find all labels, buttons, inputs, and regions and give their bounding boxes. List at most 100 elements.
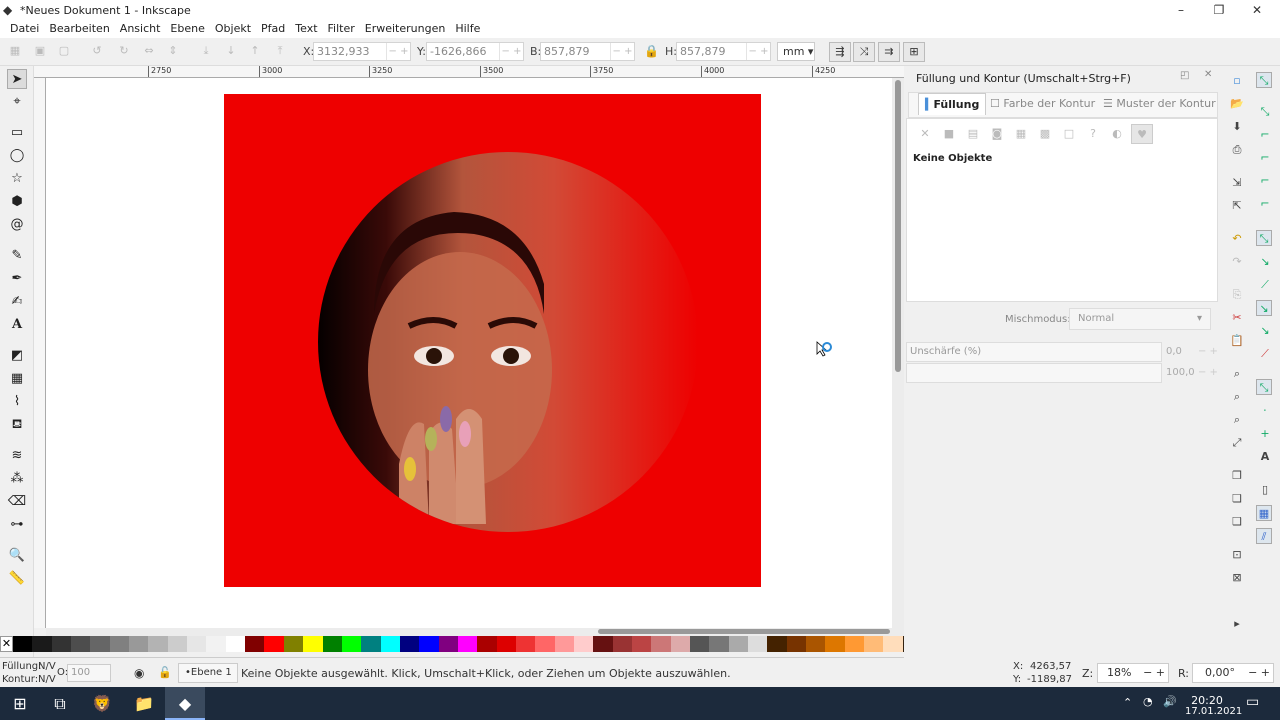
snap-page-border-icon[interactable]: ▯ <box>1257 482 1273 498</box>
fill-rule-evenodd-icon[interactable]: ◐ <box>1109 126 1125 142</box>
layer-dropdown[interactable]: •Ebene 1 ▾ <box>178 663 238 696</box>
close-button[interactable]: ✕ <box>1238 0 1276 20</box>
menu-pfad[interactable]: Pfad <box>256 20 290 38</box>
connector-tool-icon[interactable]: ⊶ <box>7 515 27 535</box>
lower-icon[interactable]: ↓ <box>224 44 238 58</box>
width-stepper[interactable]: − + <box>610 43 634 60</box>
width-input[interactable]: 857,879 − + <box>540 42 635 61</box>
file-explorer-icon[interactable]: 📁 <box>124 687 164 720</box>
snap-bbox-edge-icon[interactable]: ⌐ <box>1257 127 1273 143</box>
palette-swatch[interactable] <box>709 636 729 652</box>
palette-swatch[interactable] <box>380 636 400 652</box>
ruler-top[interactable]: 2750 3000 3250 3500 3750 4000 4250 <box>34 66 904 78</box>
palette-swatch[interactable] <box>573 636 594 652</box>
rotation-stepper[interactable]: − + <box>1248 664 1270 682</box>
inkscape-taskbar-icon[interactable]: ◆ <box>165 687 205 720</box>
palette-swatch[interactable] <box>748 636 768 652</box>
rotation-input[interactable]: 0,00° − + <box>1192 663 1274 683</box>
print-icon[interactable]: ⎙ <box>1229 142 1245 158</box>
ruler-left[interactable] <box>34 78 46 628</box>
snap-center-icon[interactable]: ⋅ <box>1257 403 1273 419</box>
vertical-scroll-thumb[interactable] <box>895 80 901 372</box>
palette-swatch[interactable] <box>361 636 381 652</box>
measure-tool-icon[interactable]: 📏 <box>7 569 27 589</box>
palette-swatch[interactable] <box>690 636 710 652</box>
fill-rule-nonzero-icon[interactable]: ♥ <box>1131 124 1153 144</box>
more-commands-icon[interactable]: ▸ <box>1229 616 1245 632</box>
palette-swatch[interactable] <box>457 636 478 652</box>
export-icon[interactable]: ⇱ <box>1229 198 1245 214</box>
blur-stepper[interactable]: − + <box>1198 346 1218 357</box>
lock-icon[interactable]: 🔒 <box>644 44 659 58</box>
eraser-tool-icon[interactable]: ⌫ <box>7 492 27 512</box>
menu-text[interactable]: Text <box>290 20 322 38</box>
palette-swatch[interactable] <box>883 636 903 652</box>
ellipse-tool-icon[interactable]: ◯ <box>7 146 27 166</box>
mesh-gradient-icon[interactable]: ▦ <box>1013 126 1029 142</box>
unit-select[interactable]: mm ▾ <box>777 42 815 61</box>
maximize-button[interactable]: ❐ <box>1200 0 1238 20</box>
palette-swatch[interactable] <box>767 636 787 652</box>
calligraphy-tool-icon[interactable]: ✍ <box>7 292 27 312</box>
raise-to-top-icon[interactable]: ⤒ <box>273 44 287 58</box>
fill-value[interactable]: N/V <box>38 661 56 672</box>
text-tool-icon[interactable]: A <box>7 315 27 335</box>
tweak-tool-icon[interactable]: ≋ <box>7 446 27 466</box>
zoom-stepper[interactable]: − + <box>1143 664 1165 682</box>
pattern-icon[interactable]: ▩ <box>1037 126 1053 142</box>
palette-swatch[interactable] <box>341 636 362 652</box>
linear-gradient-icon[interactable]: ▤ <box>965 126 981 142</box>
scale-stroke-button[interactable]: ⇶ <box>829 42 851 62</box>
snap-others-icon[interactable]: ⤡ <box>1256 379 1272 395</box>
palette-swatch[interactable] <box>283 636 304 652</box>
rectangle-tool-icon[interactable]: ▭ <box>7 123 27 143</box>
import-icon[interactable]: ⇲ <box>1229 175 1245 191</box>
cut-icon[interactable]: ✂ <box>1229 310 1245 326</box>
scale-corners-button[interactable]: ⤨ <box>853 42 875 62</box>
snap-cusp-icon[interactable]: ↘ <box>1256 300 1272 316</box>
tray-chevron-up-icon[interactable]: ⌃ <box>1123 696 1132 709</box>
palette-swatch[interactable] <box>303 636 323 652</box>
snap-intersection-icon[interactable]: ⟋ <box>1257 277 1273 293</box>
rotate-cw-icon[interactable]: ↻ <box>117 44 131 58</box>
opacity-input[interactable]: 100 <box>67 664 111 682</box>
palette-swatch[interactable] <box>593 636 613 652</box>
y-stepper[interactable]: − + <box>499 43 523 60</box>
menu-datei[interactable]: Datei <box>5 20 44 38</box>
zoom-width-icon[interactable]: ⤢ <box>1229 435 1245 451</box>
palette-swatch[interactable] <box>554 636 574 652</box>
dropper-tool-icon[interactable]: ⌇ <box>7 392 27 412</box>
palette-swatch[interactable] <box>535 636 555 652</box>
paste-icon[interactable]: 📋 <box>1229 333 1245 349</box>
clone-icon[interactable]: ❏ <box>1229 491 1245 507</box>
stroke-value[interactable]: N/V <box>38 674 56 685</box>
snap-grid-icon[interactable]: ▦ <box>1256 505 1272 521</box>
volume-icon[interactable]: 🔊 <box>1163 695 1177 708</box>
notifications-icon[interactable]: ▭ <box>1246 694 1259 710</box>
move-gradients-button[interactable]: ⇉ <box>878 42 900 62</box>
palette-swatch[interactable] <box>728 636 749 652</box>
palette-swatch[interactable] <box>844 636 865 652</box>
snap-midpoint-icon[interactable]: ⟋ <box>1257 346 1273 362</box>
flip-horizontal-icon[interactable]: ⇔ <box>142 44 156 58</box>
no-paint-swatch[interactable]: ✕ <box>0 636 13 652</box>
x-stepper[interactable]: − + <box>386 43 410 60</box>
node-tool-icon[interactable]: ⌖ <box>7 92 27 112</box>
ungroup-icon[interactable]: ⊠ <box>1229 570 1245 586</box>
dock-close-icon[interactable]: ✕ <box>1204 69 1212 80</box>
palette-swatch[interactable] <box>90 636 110 652</box>
flat-color-icon[interactable]: ■ <box>941 126 957 142</box>
palette-swatch[interactable] <box>32 636 52 652</box>
selector-tool-icon[interactable]: ➤ <box>7 69 27 89</box>
palette-swatch[interactable] <box>515 636 536 652</box>
snap-guide-icon[interactable]: ⫽ <box>1256 528 1272 544</box>
height-input[interactable]: 857,879 − + <box>676 42 771 61</box>
palette-swatch[interactable] <box>786 636 807 652</box>
menu-bearbeiten[interactable]: Bearbeiten <box>44 20 114 38</box>
raise-icon[interactable]: ↑ <box>248 44 262 58</box>
snap-bbox-midpoint-icon[interactable]: ⌐ <box>1257 173 1273 189</box>
snap-bbox-center-icon[interactable]: ⌐ <box>1257 196 1273 212</box>
zoom-selection-icon[interactable]: ⌕ <box>1229 366 1245 382</box>
save-icon[interactable]: ⬇ <box>1229 119 1245 135</box>
unlink-clone-icon[interactable]: ❑ <box>1229 514 1245 530</box>
